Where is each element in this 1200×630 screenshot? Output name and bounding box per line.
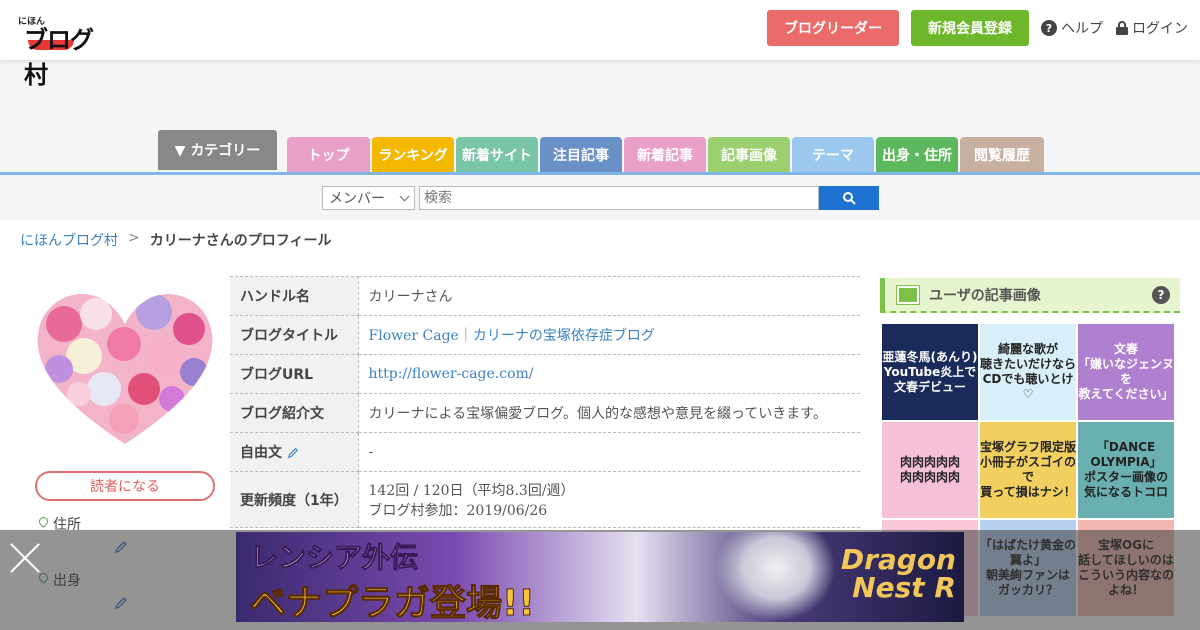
row-key: ブログ紹介文: [230, 393, 359, 433]
nav-tab[interactable]: トップ: [287, 137, 370, 172]
ad-brand-logo: Dragon Nest R: [840, 543, 956, 604]
article-image-thumbnail[interactable]: 宝塚グラフ限定版 小冊子がスゴイので 買って損はナシ！: [980, 422, 1076, 518]
table-row: 自由文 -: [230, 432, 860, 472]
breadcrumb-current: カリーナさんのプロフィール: [149, 233, 332, 249]
article-image-thumbnail[interactable]: 亜蓮冬馬(あんり) YouTube炎上で 文春デビュー: [882, 324, 978, 420]
table-row: ブログURL http://flower-cage.com/: [230, 354, 860, 394]
article-image-thumbnail[interactable]: 文春 「嫌いなジェンヌを 教えてください」: [1078, 324, 1174, 420]
thumbnail-caption: 亜蓮冬馬(あんり) YouTube炎上で 文春デビュー: [882, 349, 978, 394]
update-frequency-value: 142回 / 120日（平均8.3回/週） ブログ村参加：2019/06/26: [358, 471, 860, 528]
nav-tab[interactable]: 記事画像: [708, 137, 790, 172]
thumbnail-caption: 肉肉肉肉肉 肉肉肉肉肉: [899, 455, 960, 484]
article-images-widget-header: ユーザの記事画像 ?: [880, 278, 1180, 313]
help-label: ヘルプ: [1061, 21, 1103, 37]
nav-tab[interactable]: 出身・住所: [876, 137, 958, 172]
logo-text: ブログ村: [24, 26, 94, 89]
chevron-down-icon: [399, 191, 410, 202]
row-key: 更新頻度（1年）: [230, 471, 359, 528]
thumbnail-caption: 「DANCE OLYMPIA」 ポスター画像の 気になるトコロ: [1083, 440, 1168, 499]
row-key: ブログURL: [230, 354, 359, 394]
free-text-label: 自由文: [240, 445, 282, 461]
article-image-thumbnail[interactable]: 綺麗な歌が 聴きたいだけなら CDでも聴いとけ♡: [980, 324, 1076, 420]
ad-banner[interactable]: レンシア外伝 ベナプラガ登場!! Dragon Nest R: [236, 532, 964, 622]
login-link[interactable]: ログイン: [1116, 18, 1188, 38]
profile-image: [37, 294, 213, 444]
profile-table: ハンドル名 カリーナさん ブログタイトル Flower Cage｜カリーナの宝塚…: [230, 276, 860, 528]
help-icon: ?: [1041, 20, 1057, 36]
breadcrumb-home[interactable]: にほんブログ村: [20, 230, 118, 250]
breadcrumb-separator: >: [128, 230, 140, 246]
follow-button[interactable]: 読者になる: [35, 471, 215, 501]
login-label: ログイン: [1132, 21, 1188, 37]
location-pin-icon: [38, 517, 49, 531]
nav-tabs: トップ ランキング 新着サイト 注目記事 新着記事 記事画像 テーマ 出身・住所 閲覧履歴: [287, 137, 1044, 172]
nav-tab[interactable]: テーマ: [792, 137, 874, 172]
ad-subheadline: ベナプラガ登場!!: [250, 583, 536, 623]
breadcrumb: にほんブログ村 > カリーナさんのプロフィール: [20, 230, 331, 250]
article-image-thumbnail[interactable]: 肉肉肉肉肉 肉肉肉肉肉: [882, 422, 978, 518]
table-row: ブログ紹介文 カリーナによる宝塚偏愛ブログ。個人的な感想や意見を綴っていきます。: [230, 393, 860, 433]
nav-tab[interactable]: ランキング: [372, 137, 454, 172]
site-logo[interactable]: にほん ブログ村: [18, 12, 108, 89]
thumbnail-caption: 文春 「嫌いなジェンヌを 教えてください」: [1078, 342, 1174, 401]
help-link[interactable]: ? ヘルプ: [1041, 18, 1103, 38]
search-icon: [843, 192, 856, 205]
register-button[interactable]: 新規会員登録: [911, 10, 1029, 46]
row-key: ハンドル名: [230, 276, 359, 316]
navigation-area: ▼ カテゴリー トップ ランキング 新着サイト 注目記事 新着記事 記事画像 テーマ 出身・住…: [0, 60, 1200, 220]
blog-reader-button[interactable]: ブログリーダー: [767, 10, 899, 46]
blog-intro-value: カリーナによる宝塚偏愛ブログ。個人的な感想や意見を綴っていきます。: [358, 393, 860, 433]
nav-tab[interactable]: 新着記事: [624, 137, 706, 172]
close-icon[interactable]: [8, 538, 42, 572]
thumbnail-caption: 綺麗な歌が 聴きたいだけなら CDでも聴いとけ♡: [980, 342, 1076, 401]
update-frequency-line: 142回 / 120日（平均8.3回/週）: [368, 482, 575, 499]
nav-divider: [0, 172, 1200, 175]
search-button[interactable]: [819, 186, 879, 210]
article-image-thumbnail[interactable]: 「DANCE OLYMPIA」 ポスター画像の 気になるトコロ: [1078, 422, 1174, 518]
widget-help-icon[interactable]: ?: [1152, 286, 1170, 304]
category-button[interactable]: ▼ カテゴリー: [158, 130, 277, 170]
edit-free-text-icon[interactable]: [287, 447, 299, 459]
widget-title: ユーザの記事画像: [929, 287, 1041, 304]
search-scope-value: メンバー: [329, 191, 385, 207]
ad-character-image: [716, 532, 836, 622]
table-row: ブログタイトル Flower Cage｜カリーナの宝塚依存症ブログ: [230, 315, 860, 355]
blog-url-link[interactable]: http://flower-cage.com/: [358, 354, 860, 394]
ad-headline: レンシア外伝: [249, 541, 419, 575]
table-row: ハンドル名 カリーナさん: [230, 276, 860, 316]
thumbnail-caption: 宝塚グラフ限定版 小冊子がスゴイので 買って損はナシ！: [980, 440, 1076, 499]
join-date-line: ブログ村参加：2019/06/26: [368, 502, 548, 519]
search-input[interactable]: [419, 186, 819, 210]
site-header: にほん ブログ村 ブログリーダー 新規会員登録 ? ヘルプ ログイン: [0, 0, 1200, 89]
row-key: ブログタイトル: [230, 315, 359, 355]
image-icon: [896, 284, 920, 305]
nav-tab[interactable]: 新着サイト: [456, 137, 538, 172]
search-bar: メンバー: [322, 186, 879, 210]
lock-icon: [1116, 21, 1128, 35]
search-scope-select[interactable]: メンバー: [322, 186, 415, 210]
table-row: 更新頻度（1年） 142回 / 120日（平均8.3回/週） ブログ村参加：20…: [230, 471, 860, 528]
row-key: 自由文: [230, 432, 359, 472]
free-text-value: -: [358, 432, 860, 472]
nav-tab[interactable]: 注目記事: [540, 137, 622, 172]
nav-tab[interactable]: 閲覧履歴: [960, 137, 1044, 172]
handle-name-value: カリーナさん: [358, 276, 860, 316]
ad-overlay: レンシア外伝 ベナプラガ登場!! Dragon Nest R: [0, 530, 1200, 630]
blog-title-link[interactable]: Flower Cage｜カリーナの宝塚依存症ブログ: [358, 315, 860, 355]
